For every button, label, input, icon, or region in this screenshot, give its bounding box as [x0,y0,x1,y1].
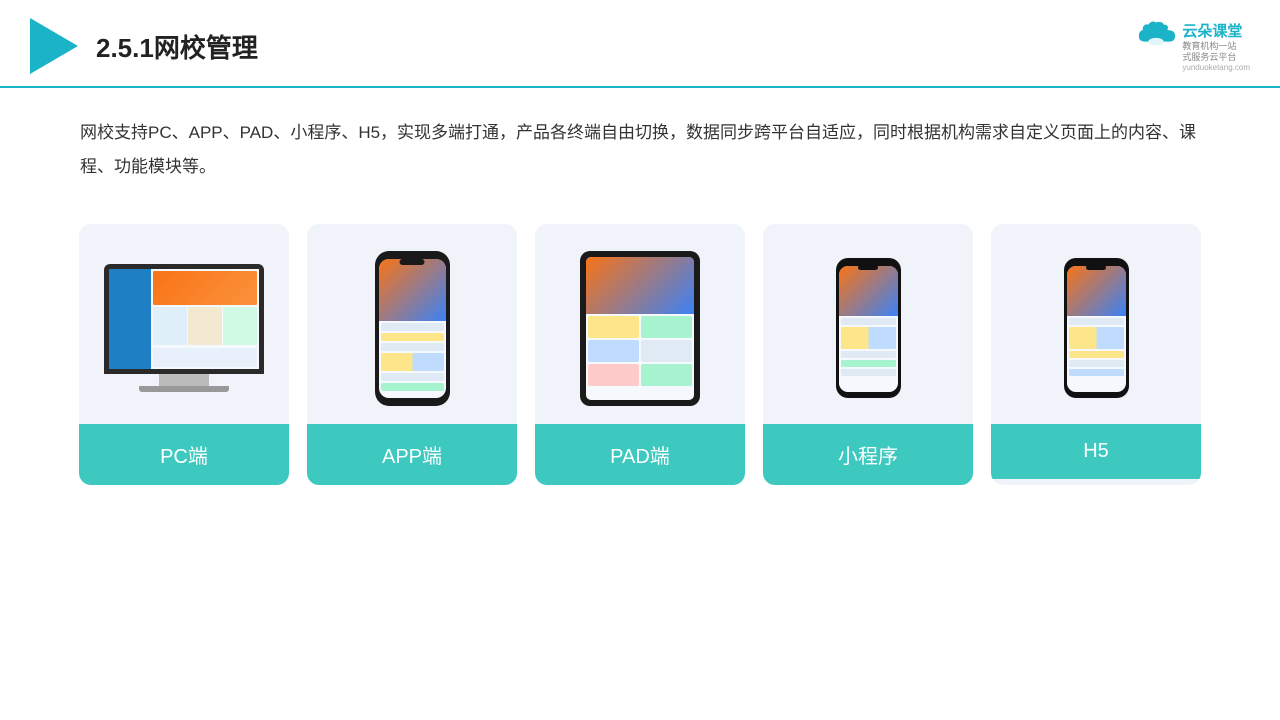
page-header: 2.5.1网校管理 云朵课堂 教育机构一站式服务云平台 yunduoketang… [0,0,1280,88]
card-h5-label: H5 [991,424,1201,479]
card-pc-image [79,224,289,424]
card-pc-label: PC端 [79,424,289,485]
card-h5: H5 [991,224,1201,485]
card-pad: PAD端 [535,224,745,485]
header-left: 2.5.1网校管理 [30,18,258,74]
pc-monitor-icon [104,264,264,392]
card-miniapp-label: 小程序 [763,424,973,485]
brand-text: 云朵课堂 教育机构一站式服务云平台 yunduoketang.com [1182,20,1250,72]
card-pad-label: PAD端 [535,424,745,485]
card-miniapp: 小程序 [763,224,973,485]
pad-tablet-icon [580,251,700,406]
card-app: APP端 [307,224,517,485]
description-paragraph: 网校支持PC、APP、PAD、小程序、H5，实现多端打通，产品各终端自由切换，数… [80,116,1200,184]
logo-triangle-icon [30,18,78,74]
card-pad-image [535,224,745,424]
h5-phone-icon [1064,258,1129,398]
card-pc: PC端 [79,224,289,485]
cloud-icon [1135,20,1177,48]
card-app-label: APP端 [307,424,517,485]
description-text: 网校支持PC、APP、PAD、小程序、H5，实现多端打通，产品各终端自由切换，数… [0,88,1280,194]
brand-tagline: 教育机构一站式服务云平台 [1182,41,1250,63]
card-h5-image [991,224,1201,424]
card-app-image [307,224,517,424]
cards-container: PC端 APP端 [0,194,1280,515]
miniapp-phone-icon [836,258,901,398]
app-phone-icon [375,251,450,406]
page-title: 2.5.1网校管理 [96,28,258,65]
brand-logo: 云朵课堂 教育机构一站式服务云平台 yunduoketang.com [1135,20,1250,72]
brand-name: 云朵课堂 [1182,20,1250,41]
brand-url: yunduoketang.com [1182,63,1250,72]
card-miniapp-image [763,224,973,424]
